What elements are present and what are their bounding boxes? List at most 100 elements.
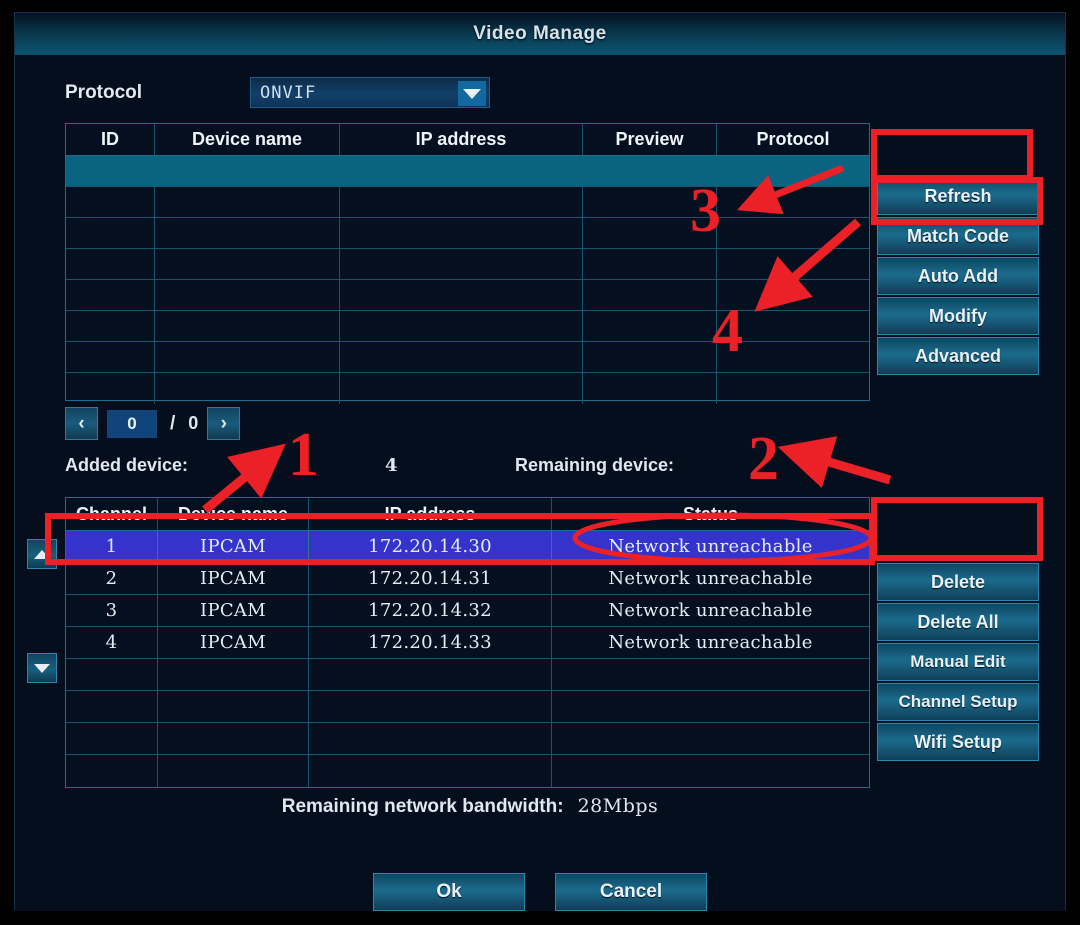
table-cell-status [552, 755, 869, 787]
delete-all-button[interactable]: Delete All [877, 603, 1039, 641]
table-cell-status: Network unreachable [608, 536, 813, 557]
table-cell-protocol [717, 218, 869, 248]
table-cell-status [552, 691, 869, 722]
table-cell-preview [583, 187, 717, 217]
table-row[interactable] [66, 187, 869, 218]
column-header: Protocol [756, 129, 830, 149]
chevron-down-icon[interactable] [458, 81, 486, 106]
table-cell-device_name [155, 187, 340, 217]
column-header: IP address [340, 124, 583, 155]
screenshot-root: Video Manage Protocol ONVIF ID Device nam… [0, 0, 1080, 925]
table-cell-protocol [717, 311, 869, 341]
table-cell-preview [583, 373, 717, 404]
modify-button[interactable]: Modify [877, 297, 1039, 335]
table-cell-device_name: IPCAM [158, 563, 309, 594]
table-row[interactable]: 2 IPCAM 172.20.14.31 Network unreachable [66, 563, 869, 595]
table-row[interactable] [66, 723, 869, 755]
table-cell-protocol [717, 187, 869, 217]
table-cell-id [66, 187, 155, 217]
scroll-up-button[interactable] [27, 539, 57, 569]
wifi-setup-button[interactable]: Wifi Setup [877, 723, 1039, 761]
table-cell-protocol [717, 249, 869, 279]
delete-button[interactable]: Delete [877, 563, 1039, 601]
bandwidth-value: 28Mbps [577, 795, 659, 817]
table-cell-id [66, 218, 155, 248]
cancel-button[interactable]: Cancel [555, 873, 707, 911]
protocol-value: ONVIF [260, 82, 317, 103]
prev-page-button[interactable]: ‹ [65, 407, 98, 440]
table-cell-ip_address: 172.20.14.30 [309, 531, 552, 562]
table-row[interactable]: 4 IPCAM 172.20.14.33 Network unreachable [66, 627, 869, 659]
channel-setup-button[interactable]: Channel Setup [877, 683, 1039, 721]
next-page-button[interactable]: › [207, 407, 241, 440]
table-cell-device_name [155, 373, 340, 404]
table-cell-ip_address: 172.20.14.31 [309, 563, 552, 594]
protocol-select[interactable]: ONVIF [250, 77, 490, 108]
table-cell-id [66, 373, 155, 404]
table-row[interactable]: 1 IPCAM 172.20.14.30 Network unreachable [66, 531, 869, 563]
table-cell-ip_address [340, 187, 583, 217]
column-header: Preview [583, 124, 717, 155]
remaining-device-label: Remaining device: [515, 455, 675, 475]
table-row[interactable] [66, 373, 869, 404]
table-row[interactable] [66, 755, 869, 787]
current-page-value[interactable]: 0 [107, 409, 157, 438]
table-row[interactable] [66, 342, 869, 373]
table-cell-channel: 3 [66, 595, 158, 626]
dialog-body: Protocol ONVIF ID Device name IP address Pr… [15, 55, 1065, 911]
discovery-table[interactable]: ID Device name IP address Preview Protocol [65, 123, 870, 404]
bandwidth-row: Remaining network bandwidth: 28Mbps [65, 795, 875, 818]
table-header-row: Channel Device name IP address Status [66, 498, 869, 531]
table-cell-protocol [717, 156, 869, 186]
table-cell-ip_address [340, 218, 583, 248]
table-cell-status [552, 659, 869, 690]
table-row[interactable]: 3 IPCAM 172.20.14.32 Network unreachable [66, 595, 869, 627]
table-row[interactable] [66, 280, 869, 311]
table-cell-device_name: IPCAM [158, 531, 309, 562]
table-row[interactable] [66, 691, 869, 723]
column-header: Status [682, 503, 738, 524]
triangle-down-icon [34, 663, 50, 673]
column-header: IP address [309, 498, 552, 530]
table-cell-ip_address [309, 755, 552, 787]
table-cell-device_name: IPCAM [158, 595, 309, 626]
table-cell-channel [66, 691, 158, 722]
table-cell-status: Network unreachable [608, 600, 813, 621]
column-header: Device name [158, 498, 309, 530]
table-cell-device_name [158, 659, 309, 690]
total-pages-value: 0 [188, 413, 199, 433]
advanced-button[interactable]: Advanced [877, 337, 1039, 375]
protocol-row: Protocol ONVIF [65, 77, 490, 108]
table-cell-status [552, 723, 869, 754]
auto-add-button[interactable]: Auto Add [877, 257, 1039, 295]
table-cell-preview [583, 156, 717, 186]
refresh-button[interactable]: Refresh [877, 177, 1039, 215]
table-row[interactable] [66, 659, 869, 691]
table-row[interactable] [66, 311, 869, 342]
added-device-value: 4 [385, 455, 398, 476]
table-cell-protocol [717, 342, 869, 372]
match-code-button[interactable]: Match Code [877, 217, 1039, 255]
table-row[interactable] [66, 218, 869, 249]
table-cell-id [66, 280, 155, 310]
table-cell-preview [583, 342, 717, 372]
scroll-down-button[interactable] [27, 653, 57, 683]
table-cell-id [66, 342, 155, 372]
table-cell-status: Network unreachable [608, 632, 813, 653]
table-cell-protocol [717, 373, 869, 404]
added-button-group: Delete Delete All Manual Edit Channel Setup… [877, 563, 1039, 761]
bandwidth-label: Remaining network bandwidth: [281, 796, 564, 817]
table-cell-preview [583, 218, 717, 248]
added-device-table[interactable]: Channel Device name IP address Status 1 IPCAM… [65, 497, 870, 788]
added-device-label: Added device: [65, 455, 189, 475]
table-cell-ip_address: 172.20.14.32 [309, 595, 552, 626]
ok-button[interactable]: Ok [373, 873, 525, 911]
table-cell-channel: 1 [66, 531, 158, 562]
manual-edit-button[interactable]: Manual Edit [877, 643, 1039, 681]
discovery-button-group: Refresh Match Code Auto Add Modify Advanced [877, 177, 1039, 375]
table-cell-device_name [155, 156, 340, 186]
table-cell-device_name [155, 249, 340, 279]
table-row[interactable] [66, 249, 869, 280]
table-row[interactable] [66, 156, 869, 187]
table-cell-device_name [158, 755, 309, 787]
